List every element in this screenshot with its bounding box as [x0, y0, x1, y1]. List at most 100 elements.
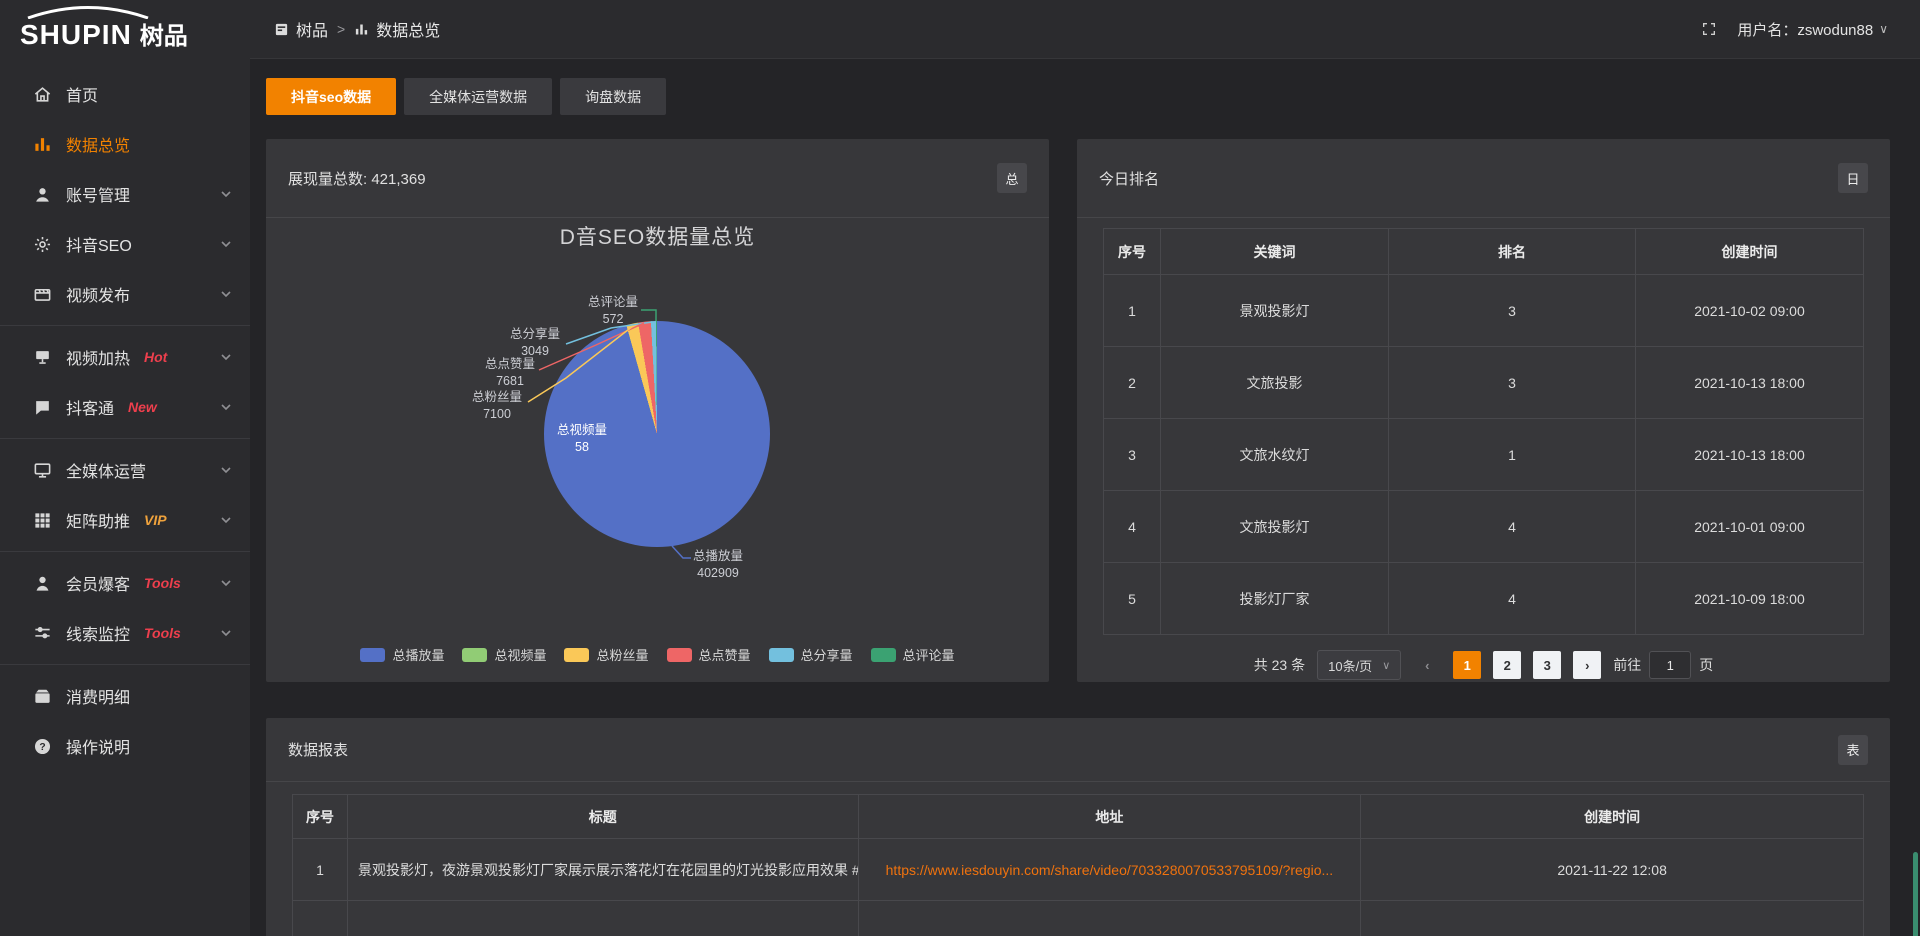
- pie-label-value: 7100: [457, 406, 537, 423]
- tab-douyin-seo-data[interactable]: 抖音seo数据: [266, 78, 396, 115]
- chart-legend: 总播放量 总视频量 总粉丝量 总点赞量 总分享量 总评论量: [266, 645, 1049, 664]
- logo: SHUPIN 树品: [0, 0, 250, 59]
- sidebar-item-label: 消费明细: [66, 684, 130, 708]
- cell-time: [1361, 901, 1864, 936]
- chart-card-header: 展现量总数: 421,369 总: [266, 139, 1049, 218]
- fullscreen-icon[interactable]: [1701, 21, 1717, 37]
- cell-rank: 3: [1389, 347, 1636, 419]
- chevron-down-icon: ∨: [1879, 22, 1888, 36]
- username-label: 用户名：zswodun88: [1737, 19, 1873, 40]
- pagination-page-3[interactable]: 3: [1533, 651, 1561, 679]
- pie-label-value: 402909: [678, 565, 758, 582]
- seo-overview-card: 展现量总数: 421,369 总 D音SEO数据量总览: [266, 139, 1049, 682]
- sidebar-item-lead-monitor[interactable]: 线索监控 Tools: [0, 608, 250, 658]
- cell-url: [858, 901, 1361, 936]
- sidebar-item-video-publish[interactable]: 视频发布: [0, 269, 250, 319]
- cell-time: 2021-10-01 09:00: [1636, 491, 1864, 563]
- question-circle-icon: ?: [32, 736, 52, 756]
- pagination-total: 共 23 条: [1254, 655, 1305, 675]
- page-size-select[interactable]: 10条/页 ∨: [1317, 650, 1401, 680]
- home-icon: [32, 84, 52, 104]
- pagination-next-button[interactable]: ›: [1573, 651, 1601, 679]
- chevron-down-icon: [220, 401, 232, 413]
- col-header-rank: 排名: [1389, 229, 1636, 275]
- logo-arc: [24, 5, 152, 19]
- legend-label: 总分享量: [801, 645, 853, 664]
- legend-swatch: [462, 648, 487, 662]
- legend-swatch: [769, 648, 794, 662]
- table-row: [293, 901, 1864, 936]
- total-corner-button[interactable]: 总: [997, 163, 1027, 193]
- tab-inquiry-data[interactable]: 询盘数据: [560, 78, 666, 115]
- sidebar-item-label: 会员爆客: [66, 571, 130, 595]
- cell-time: 2021-10-13 18:00: [1636, 347, 1864, 419]
- grid-icon: [32, 510, 52, 530]
- screen-icon: [32, 347, 52, 367]
- legend-item-videos[interactable]: 总视频量: [462, 645, 546, 664]
- sidebar-item-member-burst[interactable]: 会员爆客 Tools: [0, 558, 250, 608]
- legend-item-plays[interactable]: 总播放量: [360, 645, 444, 664]
- report-card-title: 数据报表: [288, 739, 348, 760]
- bar-chart-icon: [354, 22, 369, 37]
- legend-item-likes[interactable]: 总点赞量: [667, 645, 751, 664]
- chevron-down-icon: [220, 464, 232, 476]
- sidebar-item-label: 数据总览: [66, 132, 130, 156]
- pie-label-fans: 总粉丝量 7100: [457, 389, 537, 423]
- col-header-keyword: 关键词: [1161, 229, 1389, 275]
- page-scrollbar[interactable]: [1913, 852, 1918, 936]
- pagination-page-2[interactable]: 2: [1493, 651, 1521, 679]
- user-menu[interactable]: 用户名：zswodun88 ∨: [1737, 19, 1888, 40]
- cell-no: 1: [293, 839, 348, 901]
- breadcrumb-current[interactable]: 数据总览: [376, 17, 440, 41]
- sidebar-item-video-heat[interactable]: 视频加热 Hot: [0, 332, 250, 382]
- cell-no: 4: [1104, 491, 1161, 563]
- goto-label: 前往: [1613, 655, 1641, 675]
- cell-keyword: 景观投影灯: [1161, 275, 1389, 347]
- tab-omnimedia-data[interactable]: 全媒体运营数据: [404, 78, 552, 115]
- video-url-link[interactable]: https://www.iesdouyin.com/share/video/70…: [886, 862, 1334, 878]
- sidebar-item-label: 首页: [66, 82, 98, 106]
- topbar: 树品 > 数据总览 用户名：zswodun88 ∨: [250, 0, 1920, 59]
- legend-item-fans[interactable]: 总粉丝量: [564, 645, 648, 664]
- sidebar-item-consumption[interactable]: 消费明细: [0, 671, 250, 721]
- chevron-down-icon: [220, 188, 232, 200]
- sidebar-item-douyin-seo[interactable]: 抖音SEO: [0, 219, 250, 269]
- table-corner-button[interactable]: 表: [1838, 735, 1868, 765]
- pagination-prev-button[interactable]: ‹: [1413, 651, 1441, 679]
- pagination-page-1[interactable]: 1: [1453, 651, 1481, 679]
- tab-label: 全媒体运营数据: [429, 87, 527, 107]
- sidebar-item-account[interactable]: 账号管理: [0, 169, 250, 219]
- rank-card-title: 今日排名: [1099, 168, 1159, 189]
- table-row: 1 景观投影灯，夜游景观投影灯厂家展示展示落花灯在花园里的灯光投影应用效果 # …: [293, 839, 1864, 901]
- table-header-row: 序号 标题 地址 创建时间: [293, 795, 1864, 839]
- chevron-down-icon: [220, 288, 232, 300]
- sidebar-item-omnimedia[interactable]: 全媒体运营: [0, 445, 250, 495]
- chart-title: D音SEO数据量总览: [266, 221, 1049, 251]
- sidebar-item-home[interactable]: 首页: [0, 69, 250, 119]
- legend-item-comments[interactable]: 总评论量: [871, 645, 955, 664]
- day-corner-button[interactable]: 日: [1838, 163, 1868, 193]
- svg-text:?: ?: [39, 742, 45, 753]
- sliders-icon: [32, 623, 52, 643]
- cell-rank: 3: [1389, 275, 1636, 347]
- cell-video-title: [347, 901, 858, 936]
- sidebar-item-doketong[interactable]: 抖客通 New: [0, 382, 250, 432]
- hot-badge: Hot: [144, 349, 167, 365]
- table-row: 5 投影灯厂家 4 2021-10-09 18:00: [1104, 563, 1864, 635]
- goto-page-input[interactable]: [1649, 651, 1691, 679]
- pagination: 共 23 条 10条/页 ∨ ‹ 1 2 3 › 前往 页: [1077, 650, 1890, 680]
- sidebar-item-label: 账号管理: [66, 182, 130, 206]
- legend-item-shares[interactable]: 总分享量: [769, 645, 853, 664]
- sidebar-item-matrix-boost[interactable]: 矩阵助推 VIP: [0, 495, 250, 545]
- sidebar-item-help[interactable]: ? 操作说明: [0, 721, 250, 771]
- cell-video-title: 景观投影灯，夜游景观投影灯厂家展示展示落花灯在花园里的灯光投影应用效果 #: [347, 839, 858, 901]
- chevron-down-icon: [220, 238, 232, 250]
- chevron-down-icon: [220, 351, 232, 363]
- sidebar-item-data-overview[interactable]: 数据总览: [0, 119, 250, 169]
- data-report-card: 数据报表 表 序号 标题 地址 创建时间: [266, 718, 1890, 936]
- pie-label-videos: 总视频量 58: [542, 422, 622, 456]
- sidebar-item-label: 抖音SEO: [66, 232, 132, 256]
- breadcrumb-root[interactable]: 树品: [296, 17, 328, 41]
- goto-suffix: 页: [1699, 655, 1713, 675]
- new-badge: New: [128, 399, 157, 415]
